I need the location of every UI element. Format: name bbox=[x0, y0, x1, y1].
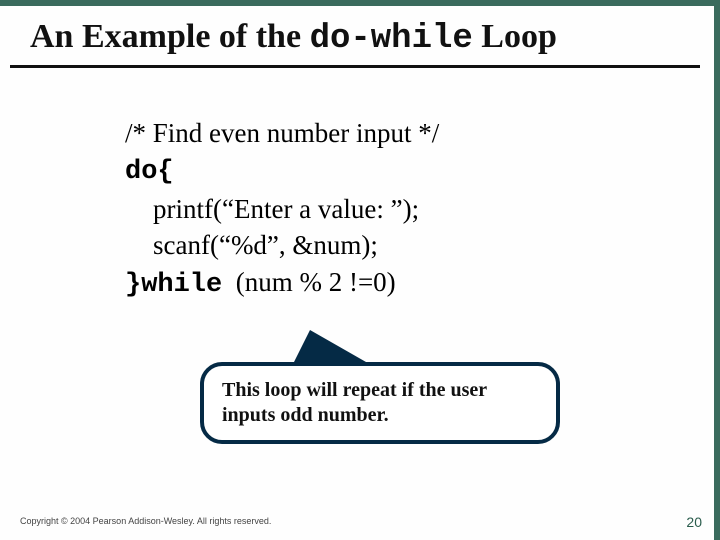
slide: An Example of the do-while Loop /* Find … bbox=[0, 0, 720, 540]
code-block: /* Find even number input */ do{ printf(… bbox=[125, 115, 439, 303]
border-top bbox=[0, 0, 720, 6]
title-pre: An Example of the bbox=[30, 18, 310, 55]
code-line-3: printf(“Enter a value: ”); bbox=[125, 191, 419, 227]
title-post: Loop bbox=[473, 18, 557, 55]
code-line-4: scanf(“%d”, &num); bbox=[125, 227, 378, 263]
code-line-5a: } bbox=[125, 270, 141, 300]
code-line-2: do{ bbox=[125, 157, 174, 187]
slide-title: An Example of the do-while Loop bbox=[30, 18, 557, 58]
border-right bbox=[714, 0, 720, 540]
callout-box: This loop will repeat if the user inputs… bbox=[200, 362, 560, 444]
copyright: Copyright © 2004 Pearson Addison-Wesley.… bbox=[20, 516, 271, 526]
code-line-5b: while bbox=[141, 270, 222, 300]
page-number: 20 bbox=[686, 514, 702, 530]
code-line-5c: (num % 2 !=0) bbox=[222, 267, 395, 297]
title-underline bbox=[10, 65, 700, 68]
title-code: do-while bbox=[310, 20, 473, 58]
code-line-1: /* Find even number input */ bbox=[125, 115, 439, 151]
callout: This loop will repeat if the user inputs… bbox=[200, 330, 560, 444]
